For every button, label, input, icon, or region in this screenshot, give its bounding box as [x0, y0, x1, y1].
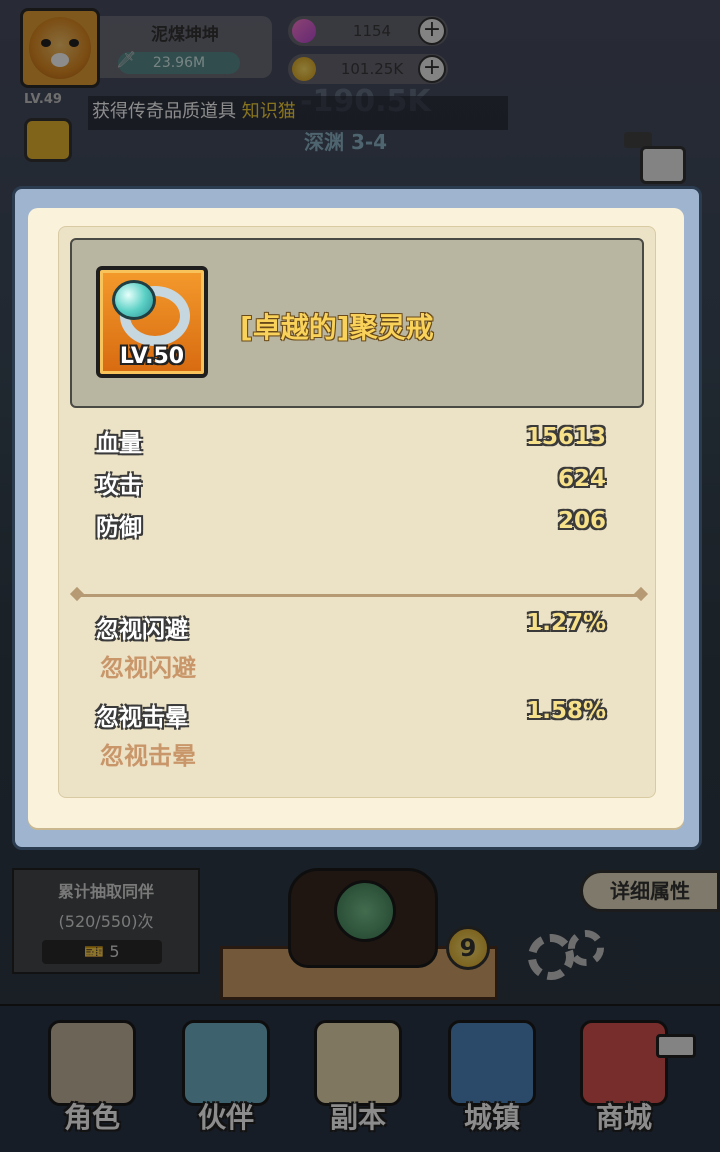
stat-label: 血量: [96, 431, 142, 457]
stat-value: 206: [557, 508, 606, 534]
item-name: [卓越的]聚灵戒: [240, 311, 434, 344]
stat-value: 624: [557, 466, 606, 492]
stat-label: 忽视击晕: [96, 705, 188, 731]
stat-label: 攻击: [96, 473, 142, 499]
stat-description: 忽视击晕: [100, 742, 196, 770]
special-stat-row: 忽视闪避 1.27%: [96, 610, 606, 644]
ring-gem-icon: [112, 280, 156, 320]
stat-value: 1.27%: [526, 610, 606, 636]
item-level: LV.50: [119, 344, 185, 369]
stat-row: 攻击 624: [96, 466, 606, 500]
stat-label: 防御: [96, 515, 142, 541]
stat-value: 1.58%: [526, 698, 606, 724]
stats-divider: [74, 594, 644, 597]
stat-value: 15613: [525, 424, 606, 450]
stat-label: 忽视闪避: [96, 617, 188, 643]
stat-description: 忽视闪避: [100, 654, 196, 682]
stat-row: 血量 15613: [96, 424, 606, 458]
stat-row: 防御 206: [96, 508, 606, 542]
special-stat-row: 忽视击晕 1.58%: [96, 698, 606, 732]
